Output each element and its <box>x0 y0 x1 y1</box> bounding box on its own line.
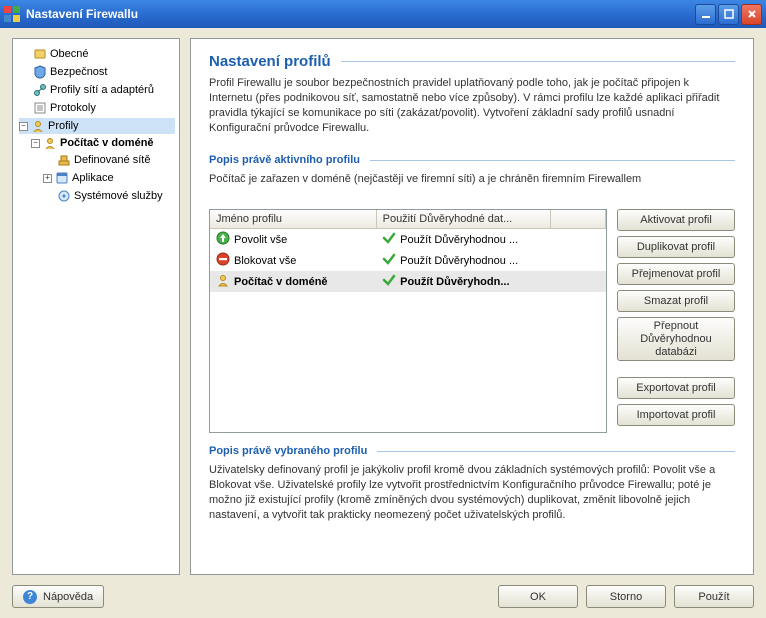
duplicate-profile-button[interactable]: Duplikovat profil <box>617 236 735 258</box>
expand-icon[interactable]: + <box>43 174 52 183</box>
tree-item-definovane-site[interactable]: Definované sítě <box>43 152 175 168</box>
tree-item-pocitac-v-domene[interactable]: −Počítač v doméně <box>31 135 175 151</box>
intro-text: Profil Firewallu je soubor bezpečnostníc… <box>209 76 735 136</box>
block-icon <box>216 252 230 269</box>
tree-item-profily[interactable]: −Profily <box>19 118 175 134</box>
profile-name: Počítač v doméně <box>234 276 328 288</box>
tree-item-obecne[interactable]: Obecné <box>19 46 175 62</box>
tree-item-aplikace[interactable]: +Aplikace <box>43 170 175 186</box>
active-profile-desc: Počítač je zařazen v doméně (nejčastěji … <box>209 172 735 187</box>
table-row[interactable]: Povolit vše Použít Důvěryhodnou ... <box>210 229 606 251</box>
table-row[interactable]: Blokovat vše Použít Důvěryhodnou ... <box>210 250 606 271</box>
profile-name: Povolit vše <box>234 234 287 246</box>
domain-icon <box>216 273 230 290</box>
collapse-icon[interactable]: − <box>31 139 40 148</box>
selected-profile-desc: Uživatelsky definovaný profil je jakýkol… <box>209 463 735 523</box>
maximize-button[interactable] <box>718 4 739 25</box>
collapse-icon[interactable]: − <box>19 122 28 131</box>
profile-db: Použít Důvěryhodnou ... <box>400 255 518 267</box>
selected-profile-heading: Popis právě vybraného profilu <box>209 445 367 457</box>
dialog-buttons: ? Nápověda OK Storno Použít <box>12 575 754 608</box>
rename-profile-button[interactable]: Přejmenovat profil <box>617 263 735 285</box>
column-header-db[interactable]: Použití Důvěryhodné dat... <box>376 210 550 229</box>
switch-db-button[interactable]: Přepnout Důvěryhodnou databázi <box>617 317 735 361</box>
tree-item-protokoly[interactable]: Protokoly <box>19 100 175 116</box>
tree-item-systemove-sluzby[interactable]: Systémové služby <box>43 188 175 204</box>
check-icon <box>382 231 396 248</box>
close-button[interactable] <box>741 4 762 25</box>
profiles-table[interactable]: Jméno profilu Použití Důvěryhodné dat...… <box>209 209 607 433</box>
export-profile-button[interactable]: Exportovat profil <box>617 377 735 399</box>
minimize-button[interactable] <box>695 4 716 25</box>
app-icon <box>4 6 20 22</box>
titlebar: Nastavení Firewallu <box>0 0 766 28</box>
help-button[interactable]: ? Nápověda <box>12 585 104 608</box>
table-row[interactable]: Počítač v doméně Použít Důvěryhodn... <box>210 271 606 292</box>
import-profile-button[interactable]: Importovat profil <box>617 404 735 426</box>
profile-name: Blokovat vše <box>234 255 296 267</box>
apply-button[interactable]: Použít <box>674 585 754 608</box>
tree-item-bezpecnost[interactable]: Bezpečnost <box>19 64 175 80</box>
content-panel: Nastavení profilů Profil Firewallu je so… <box>190 38 754 575</box>
delete-profile-button[interactable]: Smazat profil <box>617 290 735 312</box>
column-header-empty[interactable] <box>550 210 605 229</box>
page-title: Nastavení profilů <box>209 53 331 70</box>
activate-profile-button[interactable]: Aktivovat profil <box>617 209 735 231</box>
check-icon <box>382 273 396 290</box>
tree-item-profily-siti[interactable]: Profily sítí a adaptérů <box>19 82 175 98</box>
column-header-name[interactable]: Jméno profilu <box>210 210 376 229</box>
navigation-tree[interactable]: Obecné Bezpečnost Profily sítí a adaptér… <box>12 38 180 575</box>
cancel-button[interactable]: Storno <box>586 585 666 608</box>
profile-db: Použít Důvěryhodn... <box>400 276 509 288</box>
check-icon <box>382 252 396 269</box>
window-title: Nastavení Firewallu <box>26 7 695 21</box>
help-icon: ? <box>23 590 37 604</box>
profile-db: Použít Důvěryhodnou ... <box>400 234 518 246</box>
allow-icon <box>216 231 230 248</box>
active-profile-heading: Popis právě aktivního profilu <box>209 154 360 166</box>
ok-button[interactable]: OK <box>498 585 578 608</box>
